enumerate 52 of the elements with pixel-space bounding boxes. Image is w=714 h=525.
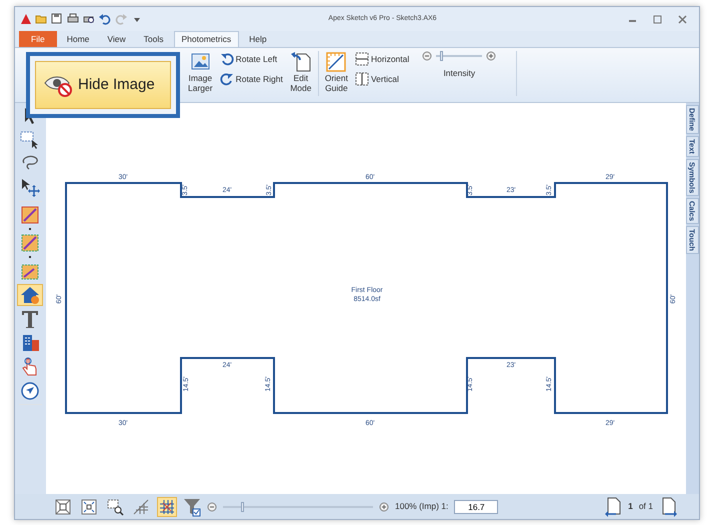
horizontal-button[interactable]: Horizontal	[354, 51, 410, 67]
split-horizontal-icon	[354, 52, 369, 66]
zoom-out-icon[interactable]	[207, 502, 217, 512]
hide-image-button[interactable]: Hide Image	[35, 61, 171, 109]
vertical-button[interactable]: Vertical	[354, 71, 410, 87]
zoom-slider-thumb[interactable]	[241, 502, 244, 512]
filter-icon[interactable]	[183, 496, 201, 516]
page-count: of 1	[638, 500, 653, 513]
rotate-left-icon	[220, 52, 234, 66]
minus-icon[interactable]	[422, 51, 432, 61]
split-vertical-icon	[354, 72, 369, 86]
navigation-icon	[19, 380, 42, 402]
ribbon-tab[interactable]: Home	[58, 31, 98, 47]
intensity-slider-thumb[interactable]	[440, 51, 443, 61]
grid-diagonal-icon	[132, 498, 150, 516]
draw-area-icon	[19, 204, 42, 226]
fit-view-icon	[54, 498, 72, 516]
zoom-extents-icon	[80, 498, 98, 516]
view-button[interactable]	[79, 496, 99, 516]
rotate-right-button[interactable]: Rotate Right	[218, 71, 284, 87]
ruler-diagonal-icon	[325, 51, 348, 73]
page-number: 1	[628, 500, 633, 513]
zoom-in-icon[interactable]	[379, 502, 389, 512]
close-icon[interactable]	[677, 14, 688, 24]
ribbon-tab[interactable]: View	[99, 31, 134, 47]
zoom-window-icon	[106, 498, 124, 516]
ribbon-tab[interactable]: Photometrics	[174, 31, 240, 47]
view-button[interactable]	[105, 496, 125, 516]
undo-icon[interactable]	[99, 13, 111, 25]
view-button[interactable]	[53, 496, 73, 516]
house-icon	[19, 284, 42, 306]
draw-area-icon	[19, 232, 42, 254]
grid-icon	[158, 498, 176, 516]
zoom-text: 100% (Imp) 1:	[395, 500, 448, 513]
move-icon	[19, 177, 42, 199]
ribbon-tab[interactable]: Tools	[136, 31, 172, 47]
ribbon-tab[interactable]: Help	[241, 31, 275, 47]
rotate-left-button[interactable]: Rotate Left	[218, 51, 284, 67]
plus-icon[interactable]	[486, 51, 496, 61]
orient-guide-button[interactable]: Orient Guide	[322, 51, 350, 93]
app-logo-icon[interactable]	[21, 14, 31, 24]
image-larger-button[interactable]: Image Larger	[186, 51, 215, 93]
previous-page-icon[interactable]	[604, 496, 622, 516]
restore-icon[interactable]	[652, 14, 663, 24]
document-arrow-icon	[290, 51, 312, 73]
edit-mode-button[interactable]: Edit Mode	[288, 51, 314, 93]
intensity-label: Intensity	[443, 67, 476, 80]
scale-field[interactable]: 16.7	[454, 500, 498, 514]
folder-icon[interactable]	[35, 13, 47, 25]
save-icon[interactable]	[51, 13, 63, 25]
rotate-right-icon	[220, 72, 234, 86]
print-icon[interactable]	[67, 13, 79, 25]
